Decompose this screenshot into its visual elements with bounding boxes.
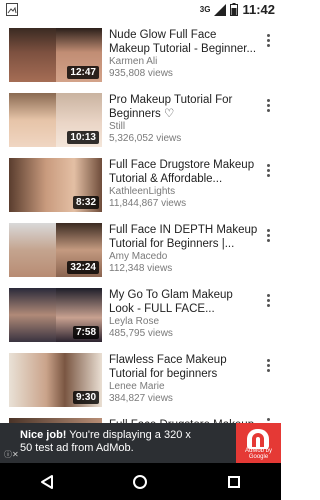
status-bar: 3G 11:42: [0, 0, 281, 20]
duration-badge: 12:47: [67, 66, 99, 79]
home-circle-icon: [133, 474, 148, 489]
channel-name: Leyla Rose: [109, 316, 160, 327]
ad-text[interactable]: Nice job! You're displaying a 320 x 50 t…: [20, 429, 206, 455]
video-item[interactable]: 9:30 Flawless Face Makeup Tutorial for b…: [0, 353, 281, 417]
battery-icon: [230, 3, 239, 16]
channel-name: Amy Macedo: [109, 251, 168, 262]
video-title[interactable]: Flawless Face Makeup Tutorial for beginn…: [109, 353, 259, 381]
more-options-icon[interactable]: [263, 160, 273, 180]
more-options-icon[interactable]: [263, 225, 273, 245]
ad-banner[interactable]: Nice job! You're displaying a 320 x 50 t…: [0, 423, 281, 463]
view-count: 384,827 views: [109, 393, 173, 404]
video-thumbnail[interactable]: 7:58: [9, 288, 102, 342]
more-options-icon[interactable]: [263, 95, 273, 115]
video-title[interactable]: Nude Glow Full Face Makeup Tutorial - Be…: [109, 28, 259, 56]
channel-name: Lenee Marie: [109, 381, 165, 392]
duration-badge: 7:58: [72, 326, 99, 339]
video-thumbnail[interactable]: 12:47: [9, 28, 102, 82]
ad-text-bold: Nice job!: [20, 429, 67, 441]
duration-badge: 8:32: [72, 196, 99, 209]
video-thumbnail[interactable]: 32:24: [9, 223, 102, 277]
video-thumbnail[interactable]: 8:32: [9, 158, 102, 212]
clock: 11:42: [242, 2, 275, 17]
recents-button[interactable]: [214, 467, 254, 497]
back-triangle-icon: [40, 474, 53, 489]
video-item[interactable]: 32:24 Full Face IN DEPTH Makeup Tutorial…: [0, 223, 281, 287]
network-type-label: 3G: [199, 5, 211, 14]
view-count: 935,808 views: [109, 68, 173, 79]
channel-name: Still: [109, 121, 126, 132]
admob-logo: AdMob by Google: [236, 423, 281, 463]
duration-badge: 9:30: [72, 391, 99, 404]
more-options-icon[interactable]: [263, 30, 273, 50]
ad-info-close-icon[interactable]: ⓘ✕: [4, 449, 19, 460]
view-count: 112,348 views: [109, 263, 173, 274]
video-title[interactable]: Pro Makeup Tutorial For Beginners ♡: [109, 93, 259, 121]
video-title[interactable]: Full Face IN DEPTH Makeup Tutorial for B…: [109, 223, 259, 251]
notification-image-icon: [6, 3, 18, 16]
view-count: 5,326,052 views: [109, 133, 182, 144]
navigation-bar: [0, 463, 281, 500]
more-options-icon[interactable]: [263, 355, 273, 375]
video-title[interactable]: Full Face Drugstore Makeup Tutorial & Af…: [109, 158, 259, 186]
recents-square-icon: [228, 475, 241, 488]
video-item[interactable]: 10:13 Pro Makeup Tutorial For Beginners …: [0, 93, 281, 157]
video-item[interactable]: 7:58 My Go To Glam Makeup Look - FULL FA…: [0, 288, 281, 352]
video-item[interactable]: 12:47 Nude Glow Full Face Makeup Tutoria…: [0, 28, 281, 92]
admob-icon: [247, 429, 269, 449]
duration-badge: 32:24: [67, 261, 99, 274]
back-button[interactable]: [27, 467, 67, 497]
more-options-icon[interactable]: [263, 290, 273, 310]
duration-badge: 10:13: [67, 131, 99, 144]
video-item[interactable]: 8:32 Full Face Drugstore Makeup Tutorial…: [0, 158, 281, 222]
home-button[interactable]: [120, 467, 160, 497]
view-count: 485,795 views: [109, 328, 173, 339]
channel-name: KathleenLights: [109, 186, 176, 197]
signal-icon: [214, 3, 227, 16]
video-title[interactable]: My Go To Glam Makeup Look - FULL FACE...: [109, 288, 259, 316]
channel-name: Karmen Ali: [109, 56, 158, 67]
video-thumbnail[interactable]: 10:13: [9, 93, 102, 147]
view-count: 11,844,867 views: [109, 198, 187, 209]
video-thumbnail[interactable]: 9:30: [9, 353, 102, 407]
admob-caption: AdMob by Google: [244, 448, 272, 460]
